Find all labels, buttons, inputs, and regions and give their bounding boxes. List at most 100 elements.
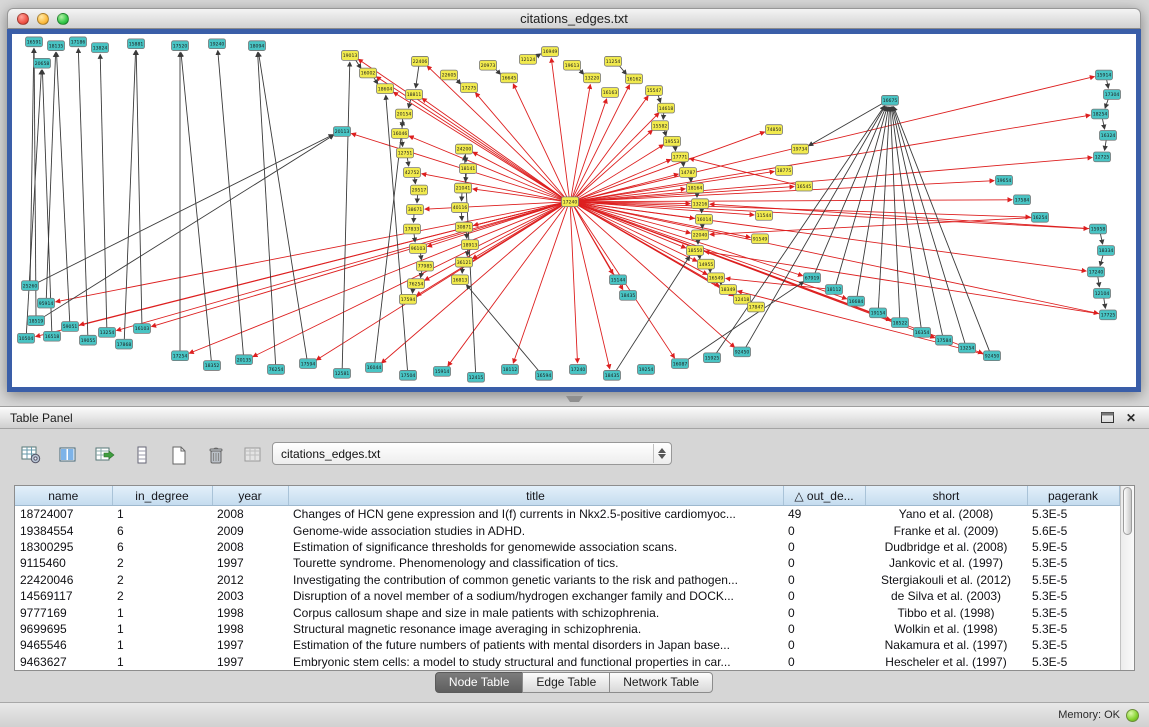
network-node[interactable]: 20135	[236, 355, 253, 365]
network-node[interactable]: 17868	[116, 339, 133, 349]
network-node[interactable]: 40116	[452, 203, 469, 213]
network-edge[interactable]	[259, 52, 307, 358]
network-node[interactable]: 16044	[366, 363, 383, 373]
network-node[interactable]: 17186	[70, 37, 87, 47]
network-edge[interactable]	[809, 103, 884, 146]
network-edge[interactable]	[1098, 277, 1100, 287]
network-node[interactable]: 18811	[406, 90, 423, 100]
network-edge[interactable]	[577, 202, 1086, 271]
network-node[interactable]: 17240	[562, 197, 579, 207]
network-node[interactable]: 18604	[377, 84, 394, 94]
network-node[interactable]: 20973	[480, 60, 497, 70]
network-node[interactable]: 18775	[776, 166, 793, 176]
network-node[interactable]: 18435	[604, 370, 621, 380]
network-edge[interactable]	[467, 285, 540, 372]
network-node[interactable]: 20154	[396, 109, 413, 119]
network-node[interactable]: 18164	[687, 183, 704, 193]
network-node[interactable]: 18550	[687, 246, 704, 256]
network-node[interactable]: 17833	[404, 224, 421, 234]
network-node[interactable]: 19055	[80, 335, 97, 345]
network-node[interactable]: 16684	[848, 296, 865, 306]
import-table-button[interactable]	[18, 443, 44, 467]
network-node[interactable]: 16949	[542, 47, 559, 57]
network-node[interactable]: 12751	[397, 148, 414, 158]
network-node[interactable]: 17584	[1014, 195, 1031, 205]
network-node[interactable]: 76254	[268, 365, 285, 375]
network-node[interactable]: 95914	[38, 298, 55, 308]
column-header-in_degree[interactable]: in_degree	[112, 486, 212, 506]
network-node[interactable]: 15582	[652, 121, 669, 131]
network-node[interactable]: 17847	[748, 302, 765, 312]
network-edge[interactable]	[577, 200, 1012, 202]
memory-status-indicator[interactable]	[1126, 709, 1139, 722]
table-row[interactable]: 2242004622012Investigating the contribut…	[15, 572, 1119, 588]
network-node[interactable]: 59051	[62, 322, 79, 332]
network-node[interactable]: 36121	[456, 257, 473, 267]
network-node[interactable]: 17254	[172, 351, 189, 361]
network-node[interactable]: 42752	[404, 168, 421, 178]
export-table-button[interactable]	[92, 443, 118, 467]
tab-network-table[interactable]: Network Table	[609, 672, 713, 693]
network-edge[interactable]	[836, 107, 887, 285]
network-node[interactable]: 25260	[22, 281, 39, 291]
network-edge[interactable]	[117, 203, 564, 330]
network-node[interactable]: 18112	[502, 365, 519, 375]
column-header-pagerank[interactable]: pagerank	[1027, 486, 1119, 506]
table-row[interactable]: 1872400712008Changes of HCN gene express…	[15, 506, 1119, 523]
network-edge[interactable]	[258, 53, 276, 365]
network-node[interactable]: 21041	[455, 183, 472, 193]
tab-edge-table[interactable]: Edge Table	[522, 672, 610, 693]
tab-node-table[interactable]: Node Table	[435, 672, 524, 693]
network-edge[interactable]	[394, 92, 565, 199]
table-selector-dropdown[interactable]: citations_edges.txt	[272, 442, 672, 465]
network-edge[interactable]	[416, 66, 419, 88]
network-node[interactable]: 16162	[626, 74, 643, 84]
network-node[interactable]: 16594	[536, 370, 553, 380]
minimize-window-button[interactable]	[37, 13, 49, 25]
network-node[interactable]: 16549	[708, 273, 725, 283]
network-edge[interactable]	[30, 49, 34, 281]
network-node[interactable]: 14618	[658, 103, 675, 113]
network-edge[interactable]	[1100, 234, 1102, 244]
rename-table-button[interactable]	[240, 443, 266, 467]
network-node[interactable]: 13824	[92, 43, 109, 53]
network-edge[interactable]	[577, 203, 691, 233]
network-node[interactable]: 18135	[48, 41, 65, 51]
network-edge[interactable]	[878, 107, 889, 308]
network-node[interactable]: 67919	[804, 273, 821, 283]
float-panel-icon[interactable]	[1099, 411, 1115, 425]
network-node[interactable]: 76254	[408, 279, 425, 289]
new-table-button[interactable]	[166, 443, 192, 467]
zoom-window-button[interactable]	[57, 13, 69, 25]
network-node[interactable]: 29517	[411, 185, 428, 195]
network-node[interactable]: 19154	[870, 308, 887, 318]
table-row[interactable]: 969969511998Structural magnetic resonanc…	[15, 621, 1119, 637]
network-edge[interactable]	[577, 187, 794, 202]
network-node[interactable]: 10504	[18, 333, 35, 343]
network-edge[interactable]	[462, 193, 463, 201]
panel-splitter[interactable]	[0, 392, 1149, 406]
network-edge[interactable]	[575, 130, 652, 198]
network-node[interactable]: 13254	[959, 343, 976, 353]
network-edge[interactable]	[152, 203, 564, 326]
network-edge[interactable]	[407, 158, 408, 166]
network-node[interactable]: 19734	[792, 144, 809, 154]
network-edge[interactable]	[218, 51, 244, 355]
network-node[interactable]: 12104	[1094, 289, 1111, 299]
network-edge[interactable]	[189, 204, 563, 354]
network-edge[interactable]	[663, 113, 664, 120]
network-edge[interactable]	[577, 202, 1030, 217]
table-row[interactable]: 911546021997Tourette syndrome. Phenomeno…	[15, 555, 1119, 571]
network-node[interactable]: 19613	[564, 60, 581, 70]
column-settings-button[interactable]	[55, 443, 81, 467]
network-node[interactable]: 19254	[638, 365, 655, 375]
column-header-title[interactable]: title	[288, 486, 783, 506]
network-node[interactable]: 96103	[410, 244, 427, 254]
table-row[interactable]: 1456911722003Disruption of a novel membe…	[15, 588, 1119, 604]
network-edge[interactable]	[415, 177, 416, 184]
table-scrollbar-thumb[interactable]	[1123, 487, 1133, 535]
network-node[interactable]: 22040	[692, 230, 709, 240]
network-node[interactable]: 16545	[796, 181, 813, 191]
network-node[interactable]: 15547	[646, 86, 663, 96]
network-node[interactable]: 92450	[734, 347, 751, 357]
